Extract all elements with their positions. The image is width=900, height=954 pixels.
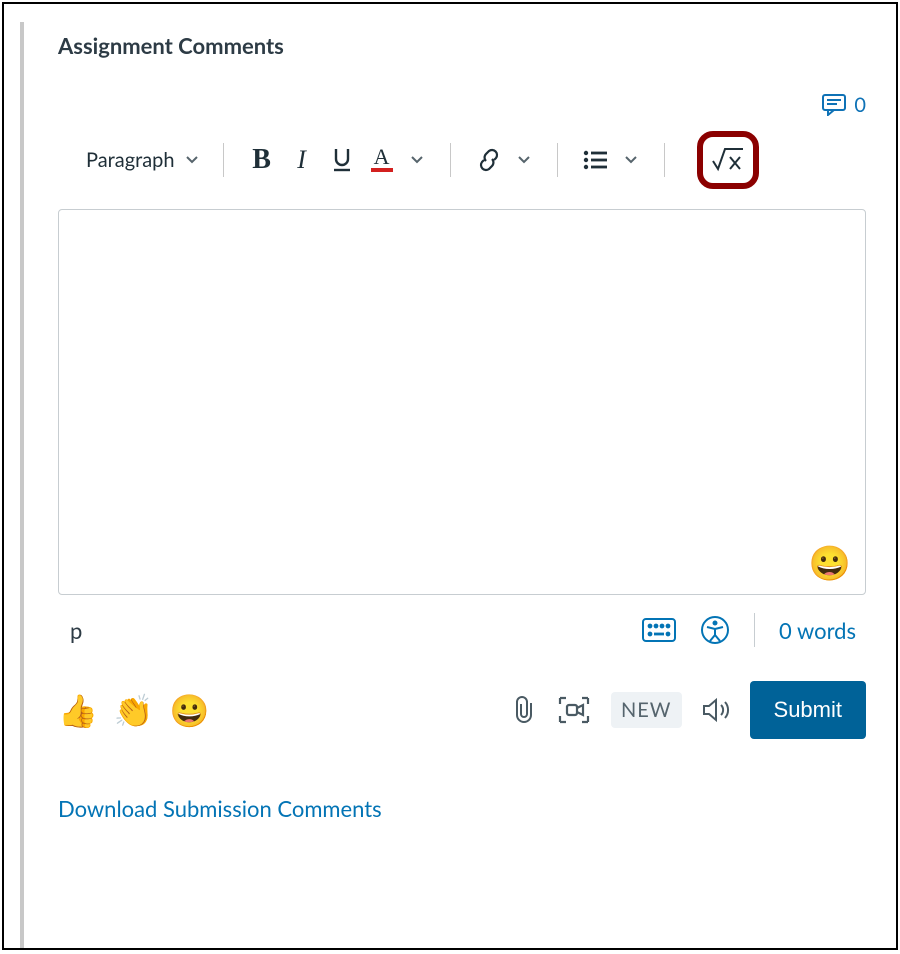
accessibility-checker-button[interactable] (700, 615, 730, 645)
download-comments-link[interactable]: Download Submission Comments (58, 795, 866, 822)
link-more-button[interactable] (509, 140, 539, 180)
reaction-grin[interactable]: 😀 (170, 690, 210, 730)
list-button[interactable] (576, 140, 616, 180)
word-count[interactable]: 0 words (779, 617, 856, 644)
editor-status-bar: p 0 words (58, 595, 866, 647)
emoji-picker-button[interactable]: 😀 (809, 542, 851, 584)
link-button[interactable] (469, 140, 509, 180)
comment-icon (822, 94, 846, 116)
chevron-down-icon (185, 155, 199, 165)
block-format-select[interactable]: Paragraph (80, 148, 205, 172)
attach-file-button[interactable] (513, 695, 537, 725)
chevron-down-icon (624, 155, 638, 165)
bold-button[interactable]: B (242, 140, 282, 180)
section-heading: Assignment Comments (58, 32, 866, 59)
reaction-clap[interactable]: 👏 (114, 690, 154, 730)
media-recorder-button[interactable] (557, 695, 591, 725)
audio-feedback-button[interactable] (702, 697, 730, 723)
toolbar-separator (557, 143, 558, 177)
status-separator (754, 613, 755, 647)
comment-text-editor[interactable]: 😀 (58, 209, 866, 595)
comment-count[interactable]: 0 (58, 93, 866, 117)
new-badge: NEW (611, 692, 682, 728)
toolbar-separator (664, 143, 665, 177)
text-color-button[interactable]: A (362, 140, 402, 180)
toolbar-separator (450, 143, 451, 177)
keyboard-shortcuts-button[interactable] (642, 618, 676, 642)
submit-button[interactable]: Submit (750, 681, 866, 739)
comment-count-value: 0 (854, 93, 866, 117)
link-icon (476, 147, 502, 173)
reaction-thumbs-up[interactable]: 👍 (58, 690, 98, 730)
toolbar-separator (223, 143, 224, 177)
bullet-list-icon (583, 149, 609, 171)
block-format-label: Paragraph (86, 148, 175, 172)
chevron-down-icon (410, 155, 424, 165)
text-style-more-button[interactable] (402, 140, 432, 180)
element-path[interactable]: p (64, 617, 82, 644)
left-scroll-indicator (20, 22, 24, 948)
math-equation-button-highlight (697, 131, 759, 189)
reaction-suggestions: 👍 👏 😀 (58, 690, 210, 730)
math-equation-button[interactable] (711, 143, 745, 177)
italic-button[interactable]: I (282, 140, 322, 180)
list-more-button[interactable] (616, 140, 646, 180)
editor-toolbar: Paragraph B I A (58, 117, 866, 203)
underline-icon (331, 147, 353, 173)
chevron-down-icon (517, 155, 531, 165)
sqrt-x-icon (711, 147, 745, 173)
underline-button[interactable] (322, 140, 362, 180)
